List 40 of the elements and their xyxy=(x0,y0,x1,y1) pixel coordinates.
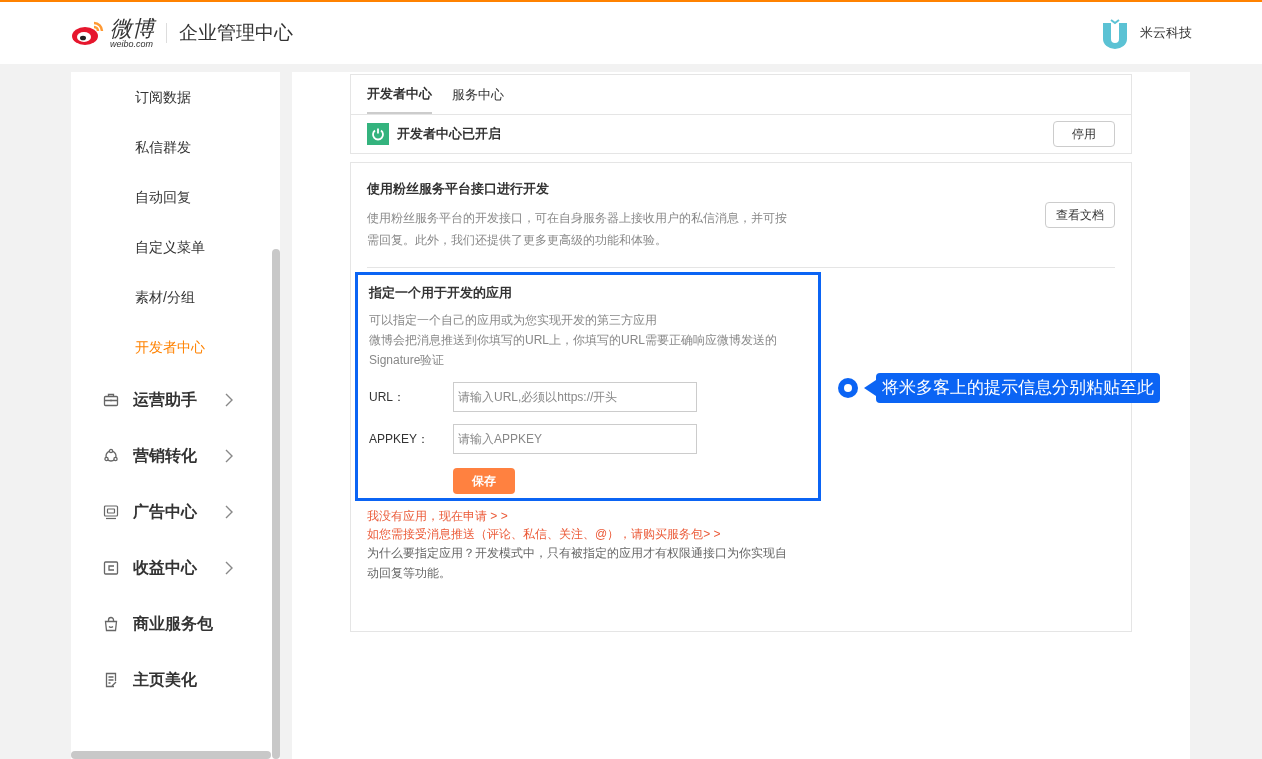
sidebar-item[interactable]: 营销转化 xyxy=(71,428,271,484)
sidebar-subitem[interactable]: 私信群发 xyxy=(71,122,271,172)
link[interactable]: 我没有应用，现在申请 > > xyxy=(367,507,1115,525)
sidebar-subitem[interactable]: 自定义菜单 xyxy=(71,222,271,272)
sidebar-subitem[interactable]: 自动回复 xyxy=(71,172,271,222)
menu-icon xyxy=(103,672,119,688)
view-docs-button[interactable]: 查看文档 xyxy=(1045,201,1115,228)
menu-icon xyxy=(103,560,119,576)
disable-button[interactable]: 停用 xyxy=(1053,121,1115,147)
callout-label: 将米多客上的提示信息分别粘贴至此 xyxy=(876,373,1160,403)
app-section-title: 指定一个用于开发的应用 xyxy=(369,283,513,302)
menu-icon xyxy=(103,448,119,464)
field-label: URL： xyxy=(369,389,406,406)
section-title: 使用粉丝服务平台接口进行开发 xyxy=(367,180,550,198)
logo-subtext: weibo.com xyxy=(110,39,154,49)
sidebar-subitem[interactable]: 订阅数据 xyxy=(71,72,271,122)
sidebar-item[interactable]: 收益中心 xyxy=(71,540,271,596)
sidebar-item[interactable]: 主页美化 xyxy=(71,652,271,708)
sidebar-subitem[interactable]: 素材/分组 xyxy=(71,272,271,322)
section-description: 使用粉丝服务平台的开发接口，可在自身服务器上接收用户的私信消息，并可按需回复。此外，我们还提供了更多更高级的功能和体验。 xyxy=(367,209,787,249)
menu-icon xyxy=(103,392,119,408)
sidebar-item[interactable]: 商业服务包 xyxy=(71,596,271,652)
note-text: 为什么要指定应用？开发模式中，只有被指定的应用才有权限通接口为你实现自动回复等功能。 xyxy=(367,545,787,582)
input-field[interactable]: 请输入APPKEY xyxy=(453,424,697,454)
account-name: 米云科技 xyxy=(1140,24,1192,43)
status-text: 开发者中心已开启 xyxy=(397,125,502,144)
field-label: APPKEY： xyxy=(369,431,431,448)
link[interactable]: 如您需接受消息推送（评论、私信、关注、@），请购买服务包> > xyxy=(367,525,1115,543)
company-logo-icon xyxy=(1102,17,1128,49)
menu-icon xyxy=(103,504,119,520)
weibo-logo-icon xyxy=(70,19,106,47)
input-field[interactable]: 请输入URL,必须以https://开头 xyxy=(453,382,697,412)
header-title: 企业管理中心 xyxy=(179,20,293,45)
sidebar-item[interactable]: 广告中心 xyxy=(71,484,271,540)
tab[interactable]: 服务中心 xyxy=(452,75,504,114)
description-text: 微博会把消息推送到你填写的URL上，你填写的URL需要正确响应微博发送的Signature验证 xyxy=(369,332,778,369)
menu-icon xyxy=(103,616,119,632)
description-text: 可以指定一个自己的应用或为您实现开发的第三方应用 xyxy=(369,312,658,329)
sidebar-item[interactable]: 运营助手 xyxy=(71,372,271,428)
tab[interactable]: 开发者中心 xyxy=(367,75,432,114)
